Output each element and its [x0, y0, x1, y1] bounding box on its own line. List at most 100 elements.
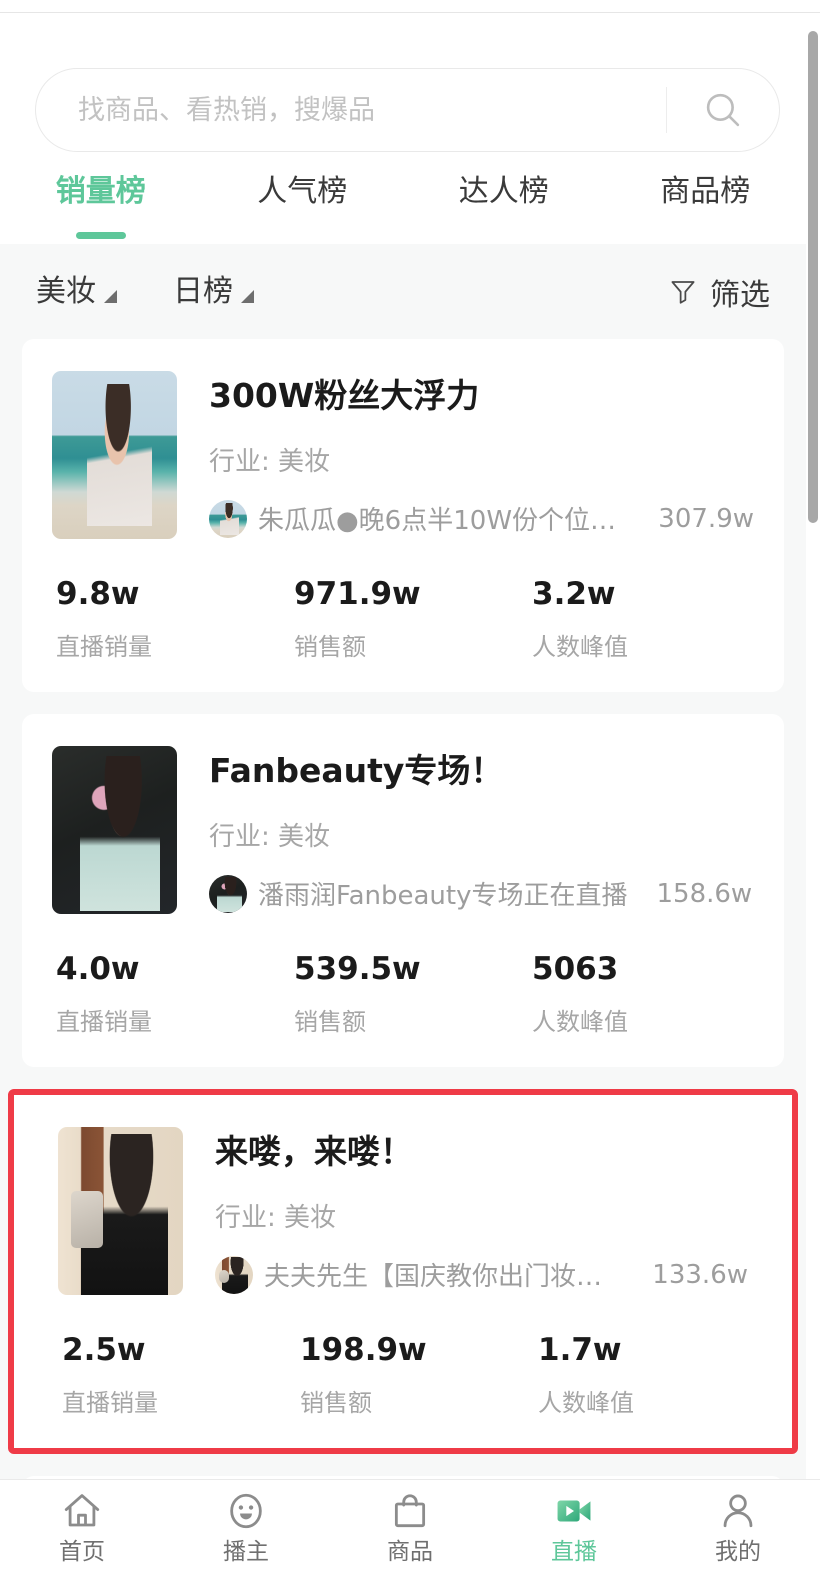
tab-active-underline	[75, 232, 126, 239]
avatar-image	[209, 874, 247, 913]
stat-value: 3.2w	[532, 576, 616, 612]
stat-label: 销售额	[294, 633, 366, 661]
card-author-row[interactable]: 朱瓜瓜●晚6点半10W份个位数秒… 307.9w	[209, 499, 754, 538]
search-bar[interactable]	[35, 68, 780, 152]
search-input[interactable]	[36, 94, 666, 126]
author-name: 潘雨润Fanbeauty专场正在直播	[258, 881, 628, 912]
bottom-navigation: 首页 播主 商品 直播 我的	[0, 1479, 820, 1573]
avatar-image	[209, 499, 247, 538]
stat-label: 直播销量	[62, 1389, 158, 1417]
stat-revenue: 198.9w 销售额	[300, 1335, 538, 1418]
advanced-filter-label: 筛选	[710, 277, 770, 313]
stat-label: 销售额	[294, 1008, 366, 1036]
ranking-card[interactable]: 300W粉丝大浮力 行业: 美妆 朱瓜瓜●晚6点半10W份个位数秒… 307.9…	[22, 339, 784, 692]
bag-icon	[394, 1493, 426, 1527]
stat-peak-viewers: 3.2w 人数峰值	[532, 579, 628, 662]
card-title: 300W粉丝大浮力	[209, 377, 480, 415]
stat-peak-viewers: 5063 人数峰值	[532, 954, 628, 1037]
stat-value: 9.8w	[56, 576, 140, 612]
filter-chips: 美妆 日榜	[36, 275, 254, 308]
stat-label: 直播销量	[56, 1008, 152, 1036]
smiley-icon	[230, 1493, 262, 1528]
card-stats: 2.5w 直播销量 198.9w 销售额 1.7w 人数峰值	[58, 1335, 748, 1418]
stat-label: 人数峰值	[532, 1008, 628, 1036]
nav-item-profile[interactable]: 我的	[656, 1490, 820, 1564]
nav-item-products[interactable]: 商品	[328, 1490, 492, 1564]
stat-live-sales: 2.5w 直播销量	[62, 1335, 300, 1418]
card-author-row[interactable]: 夫夫先生【国庆教你出门妆！下午… 133.6w	[215, 1255, 748, 1294]
chevron-down-icon	[241, 290, 254, 303]
stat-revenue: 971.9w 销售额	[294, 579, 532, 662]
card-info: 300W粉丝大浮力 行业: 美妆 朱瓜瓜●晚6点半10W份个位数秒… 307.9…	[177, 371, 754, 539]
nav-label: 首页	[59, 1538, 105, 1565]
card-stats: 9.8w 直播销量 971.9w 销售额 3.2w 人数峰值	[52, 579, 754, 662]
card-title: 来喽，来喽！	[215, 1133, 413, 1171]
nav-label: 播主	[223, 1538, 269, 1565]
stat-live-sales: 9.8w 直播销量	[56, 579, 294, 662]
stat-label: 直播销量	[56, 633, 152, 661]
nav-item-home[interactable]: 首页	[0, 1490, 164, 1564]
stat-peak-viewers: 1.7w 人数峰值	[538, 1335, 634, 1418]
card-industry: 行业: 美妆	[209, 446, 331, 477]
avatar-image	[215, 1255, 253, 1294]
card-industry: 行业: 美妆	[209, 821, 331, 852]
card-info: Fanbeauty专场！ 行业: 美妆 潘雨润Fanbeauty专场正在直播 1…	[177, 746, 754, 914]
tab-label: 销量榜	[55, 174, 146, 209]
card-industry: 行业: 美妆	[215, 1202, 337, 1233]
tab-label: 商品榜	[660, 174, 751, 209]
author-fans-count: 133.6w	[652, 1259, 748, 1290]
stat-value: 4.0w	[56, 951, 140, 987]
thumbnail-image	[58, 1127, 183, 1295]
avatar	[215, 1255, 253, 1294]
nav-label: 直播	[551, 1538, 597, 1565]
stat-revenue: 539.5w 销售额	[294, 954, 532, 1037]
video-icon	[557, 1500, 591, 1521]
stat-value: 2.5w	[62, 1332, 146, 1368]
ranking-card-highlighted[interactable]: 来喽，来喽！ 行业: 美妆 夫夫先生【国庆教你出门妆！下午… 133.6w 2.…	[8, 1089, 798, 1454]
search-button[interactable]	[667, 69, 779, 151]
period-filter-label: 日榜	[173, 274, 233, 309]
author-fans-count: 307.9w	[658, 503, 754, 534]
nav-label: 我的	[715, 1538, 761, 1565]
card-title: Fanbeauty专场！	[209, 752, 504, 790]
tab-label: 人气榜	[257, 174, 348, 209]
card-info: 来喽，来喽！ 行业: 美妆 夫夫先生【国庆教你出门妆！下午… 133.6w	[183, 1127, 748, 1295]
live-thumbnail[interactable]	[58, 1127, 183, 1295]
home-icon	[64, 1493, 100, 1526]
chevron-down-icon	[104, 290, 117, 303]
card-header: 来喽，来喽！ 行业: 美妆 夫夫先生【国庆教你出门妆！下午… 133.6w	[58, 1127, 748, 1295]
author-name: 夫夫先生【国庆教你出门妆！下午…	[264, 1262, 624, 1293]
period-filter-dropdown[interactable]: 日榜	[173, 275, 254, 308]
funnel-icon	[671, 280, 695, 304]
live-thumbnail[interactable]	[52, 371, 177, 539]
author-name: 朱瓜瓜●晚6点半10W份个位数秒…	[258, 506, 630, 537]
nav-item-streamer[interactable]: 播主	[164, 1490, 328, 1564]
category-filter-dropdown[interactable]: 美妆	[36, 275, 117, 308]
scrollbar-thumb[interactable]	[808, 31, 818, 523]
thumbnail-image	[52, 371, 177, 539]
scrollbar[interactable]	[806, 13, 820, 1573]
nav-item-live[interactable]: 直播	[492, 1490, 656, 1564]
stat-value: 198.9w	[300, 1332, 427, 1368]
nav-label: 商品	[387, 1538, 433, 1565]
ranking-card[interactable]: Fanbeauty专场！ 行业: 美妆 潘雨润Fanbeauty专场正在直播 1…	[22, 714, 784, 1067]
person-icon	[723, 1494, 753, 1527]
card-header: Fanbeauty专场！ 行业: 美妆 潘雨润Fanbeauty专场正在直播 1…	[52, 746, 754, 914]
ranking-list-scroll-area[interactable]: 美妆 日榜 筛选 300W粉丝大浮力 行业: 美妆 朱瓜瓜●晚6点半10W份个位…	[0, 244, 806, 1479]
app-header: 销量榜 人气榜 达人榜 商品榜	[0, 13, 806, 244]
stat-label: 人数峰值	[538, 1389, 634, 1417]
advanced-filter-button[interactable]: 筛选	[668, 270, 770, 314]
author-fans-count: 158.6w	[656, 878, 753, 909]
stat-live-sales: 4.0w 直播销量	[56, 954, 294, 1037]
stat-value: 971.9w	[294, 576, 421, 612]
card-stats: 4.0w 直播销量 539.5w 销售额 5063 人数峰值	[52, 954, 754, 1037]
card-header: 300W粉丝大浮力 行业: 美妆 朱瓜瓜●晚6点半10W份个位数秒… 307.9…	[52, 371, 754, 539]
thumbnail-image	[52, 746, 177, 914]
stat-label: 人数峰值	[532, 633, 628, 661]
stat-label: 销售额	[300, 1389, 372, 1417]
card-author-row[interactable]: 潘雨润Fanbeauty专场正在直播 158.6w	[209, 874, 754, 913]
live-thumbnail[interactable]	[52, 746, 177, 914]
avatar	[209, 874, 247, 913]
tab-label: 达人榜	[458, 174, 549, 209]
filter-bar: 美妆 日榜 筛选	[0, 244, 806, 339]
